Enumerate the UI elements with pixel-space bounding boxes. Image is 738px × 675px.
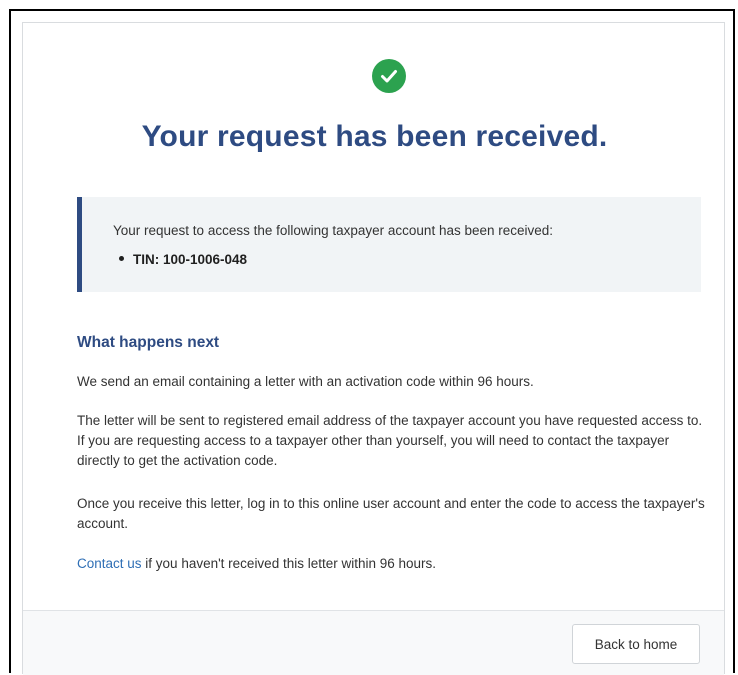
request-notice: Your request to access the following tax… (77, 197, 701, 292)
section-heading: What happens next (77, 334, 220, 351)
notice-list-item: TIN: 100-1006-048 (119, 252, 247, 267)
card-footer: Back to home (23, 611, 724, 675)
tin-value: TIN: 100-1006-048 (133, 252, 248, 267)
paragraph-contact: Contact us if you haven't received this … (77, 554, 707, 574)
back-to-home-button[interactable]: Back to home (572, 624, 700, 664)
notice-text: Your request to access the following tax… (113, 223, 554, 238)
page-title: Your request has been received. (141, 120, 608, 153)
contact-text: if you haven't received this letter with… (141, 556, 437, 571)
screenshot-frame: Your request has been received. Your req… (9, 9, 735, 675)
contact-us-link[interactable]: Contact us (77, 556, 142, 571)
paragraph-login: Once you receive this letter, log in to … (77, 496, 705, 531)
paragraph-letter: The letter will be sent to registered em… (77, 413, 703, 468)
bullet-icon (119, 255, 124, 261)
check-circle-icon (372, 59, 406, 93)
paragraph-email: We send an email containing a letter wit… (77, 374, 534, 389)
confirmation-card: Your request has been received. Your req… (22, 22, 725, 675)
